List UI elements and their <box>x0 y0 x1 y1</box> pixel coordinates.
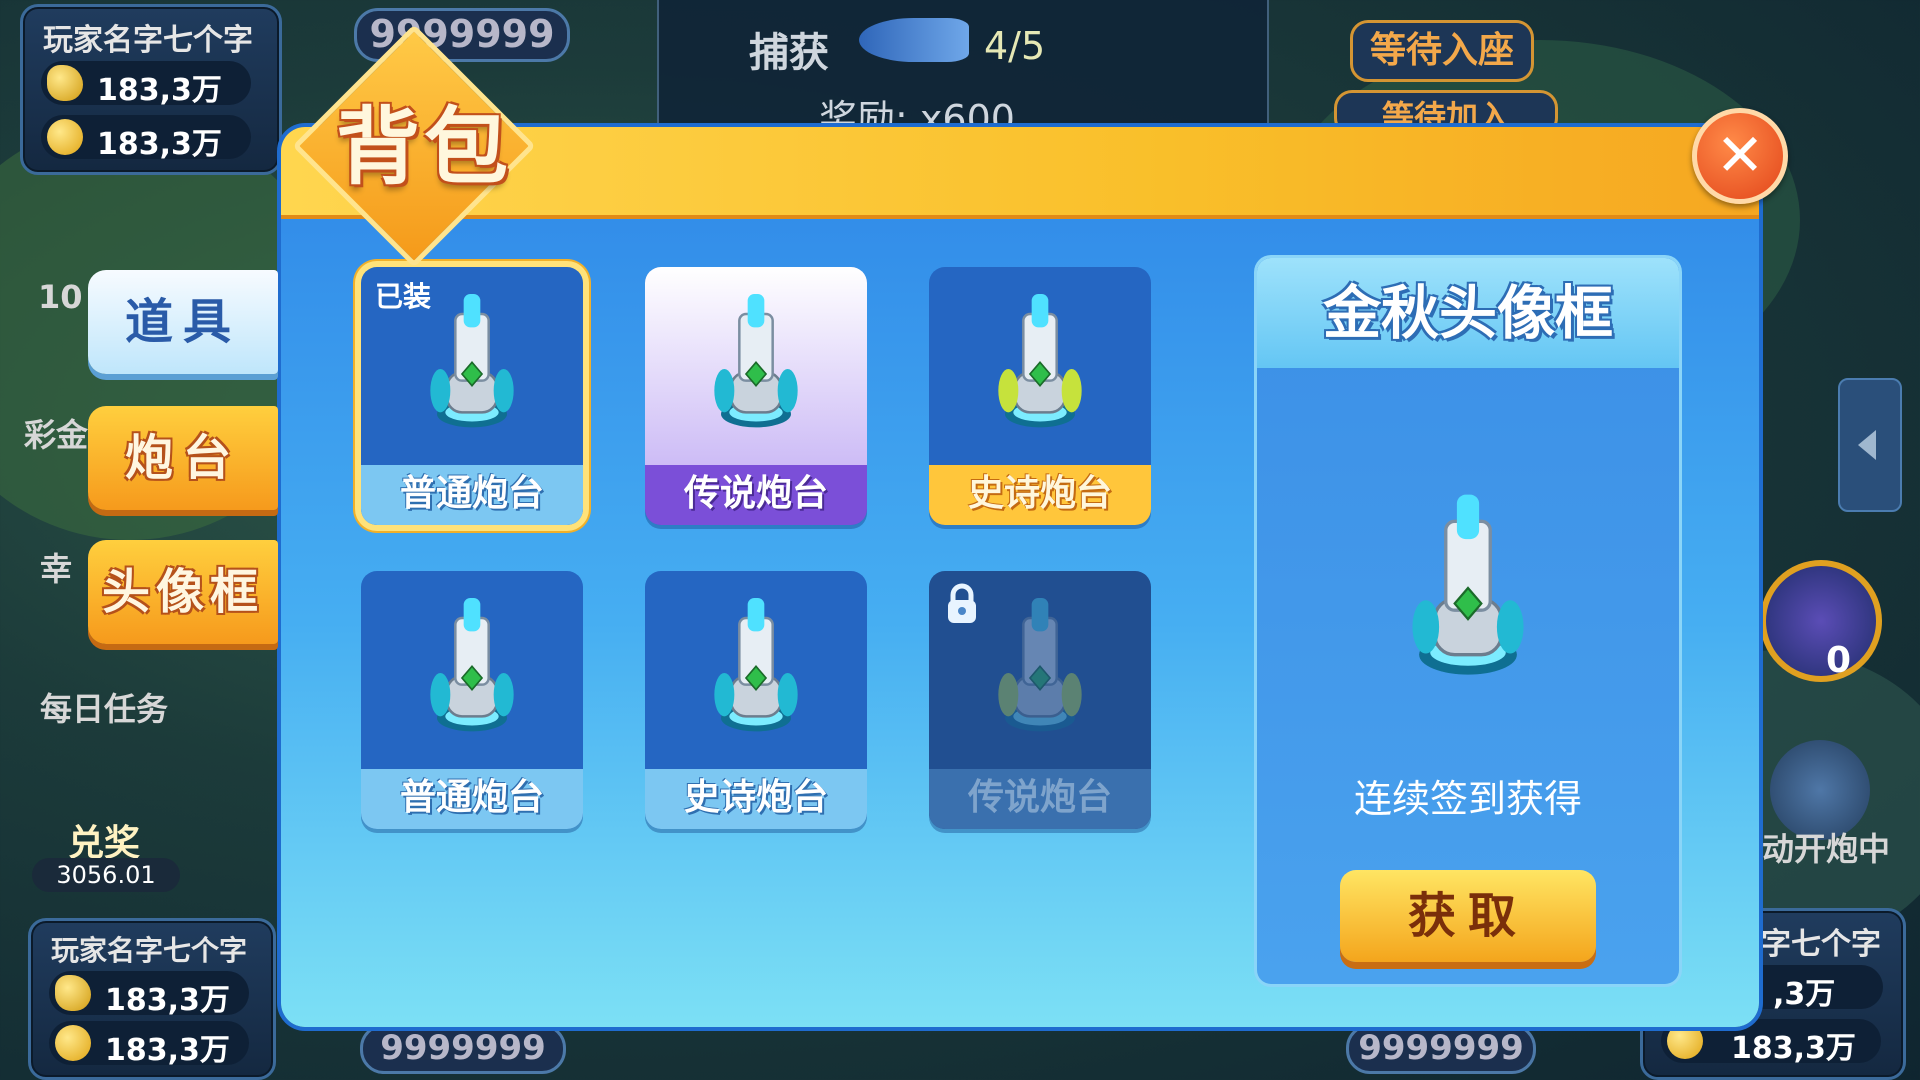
skill-button[interactable] <box>1760 560 1882 682</box>
modal-title: 背包 <box>335 98 512 196</box>
item-detail-panel: 金秋头像框 连续签到获得 获取 <box>1257 258 1679 984</box>
capture-task-card: 捕获 4/5 奖励: x600 <box>657 0 1269 141</box>
close-icon: ✕ <box>1715 121 1765 189</box>
turret-image <box>929 267 1151 465</box>
turret-item-card[interactable]: 已装普通炮台 <box>361 267 583 525</box>
jackpot-count: 10 <box>38 278 83 316</box>
turret-image <box>361 571 583 769</box>
turret-image <box>645 571 867 769</box>
turret-image <box>645 267 867 465</box>
gold-coin-icon <box>47 119 83 155</box>
lock-icon <box>945 583 979 625</box>
gold-coin-value: 183,3万 <box>1731 1031 1856 1066</box>
turret-item-label: 史诗炮台 <box>929 465 1151 525</box>
auto-fire-label[interactable]: 动开炮中 <box>1762 824 1890 870</box>
turret-item-label: 普通炮台 <box>361 465 583 525</box>
gold-coin-value: 183,3万 <box>105 1033 230 1068</box>
turret-item-card[interactable]: 史诗炮台 <box>929 267 1151 525</box>
expand-panel-arrow-icon[interactable] <box>1838 378 1902 512</box>
player-hud-bottom-left: 玩家名字七个字 183,3万 183,3万 <box>28 918 276 1080</box>
turret-item-card[interactable]: 传说炮台 <box>929 571 1151 829</box>
player-name: 字七个字 <box>1761 927 1881 962</box>
turret-item-card[interactable]: 传说炮台 <box>645 267 867 525</box>
swordfish-icon <box>859 18 969 62</box>
gold-coin-icon <box>55 1025 91 1061</box>
turret-item-label: 史诗炮台 <box>645 769 867 829</box>
redeem-value: 3056.01 <box>32 858 180 892</box>
fish-coin-value: ,3万 <box>1773 977 1836 1012</box>
gold-coin-row: 183,3万 <box>41 115 251 162</box>
player-hud-top-left: 玩家名字七个字 183,3万 183,3万 <box>20 4 282 175</box>
fish-coin-row: 183,3万 <box>49 971 249 1018</box>
daily-task-button[interactable]: 每日任务 <box>40 684 168 730</box>
turret-item-card[interactable]: 普通炮台 <box>361 571 583 829</box>
lucky-label[interactable]: 幸 <box>40 544 72 590</box>
wait-seat-button[interactable]: 等待入座 <box>1350 20 1534 82</box>
fish-coin-icon <box>55 975 91 1011</box>
capture-progress: 4/5 <box>984 24 1046 68</box>
score-counter-bottom-right: 9999999 <box>1346 1024 1536 1074</box>
skill-count: 0 <box>1826 640 1852 681</box>
player-name: 玩家名字七个字 <box>51 934 248 967</box>
turret-item-label: 传说炮台 <box>645 465 867 525</box>
capture-label: 捕获 <box>749 30 829 76</box>
tab-avatar-frames[interactable]: 头像框 <box>88 540 278 644</box>
gold-coin-icon <box>1667 1023 1703 1059</box>
fish-coin-value: 183,3万 <box>97 73 222 108</box>
player-name: 玩家名字七个字 <box>43 23 253 58</box>
turret-item-card[interactable]: 史诗炮台 <box>645 571 867 829</box>
turret-item-label: 传说炮台 <box>929 769 1151 829</box>
tab-items[interactable]: 道具 <box>88 270 278 374</box>
fish-coin-value: 183,3万 <box>105 983 230 1018</box>
obtain-button[interactable]: 获取 <box>1340 870 1596 962</box>
backpack-modal: 已装 普通炮台 传说炮台 史诗炮台 普通炮台 史诗炮台 传说炮台 金秋头像框 连续签到获得 … <box>281 127 1759 1027</box>
selected-turret-image <box>1412 494 1524 675</box>
detail-description: 连续签到获得 <box>1353 777 1582 821</box>
turret-item-label: 普通炮台 <box>361 769 583 829</box>
score-counter-bottom-left: 9999999 <box>360 1024 566 1074</box>
tab-turrets[interactable]: 炮台 <box>88 406 278 510</box>
equipped-tag: 已装 <box>375 280 432 313</box>
lottery-label[interactable]: 彩金 <box>24 410 88 456</box>
fish-coin-icon <box>47 65 83 101</box>
close-button[interactable]: ✕ <box>1692 108 1788 204</box>
fish-coin-row: 183,3万 <box>41 61 251 108</box>
gold-coin-row: 183,3万 <box>49 1021 249 1068</box>
detail-title: 金秋头像框 <box>1257 258 1679 368</box>
gold-coin-value: 183,3万 <box>97 127 222 162</box>
